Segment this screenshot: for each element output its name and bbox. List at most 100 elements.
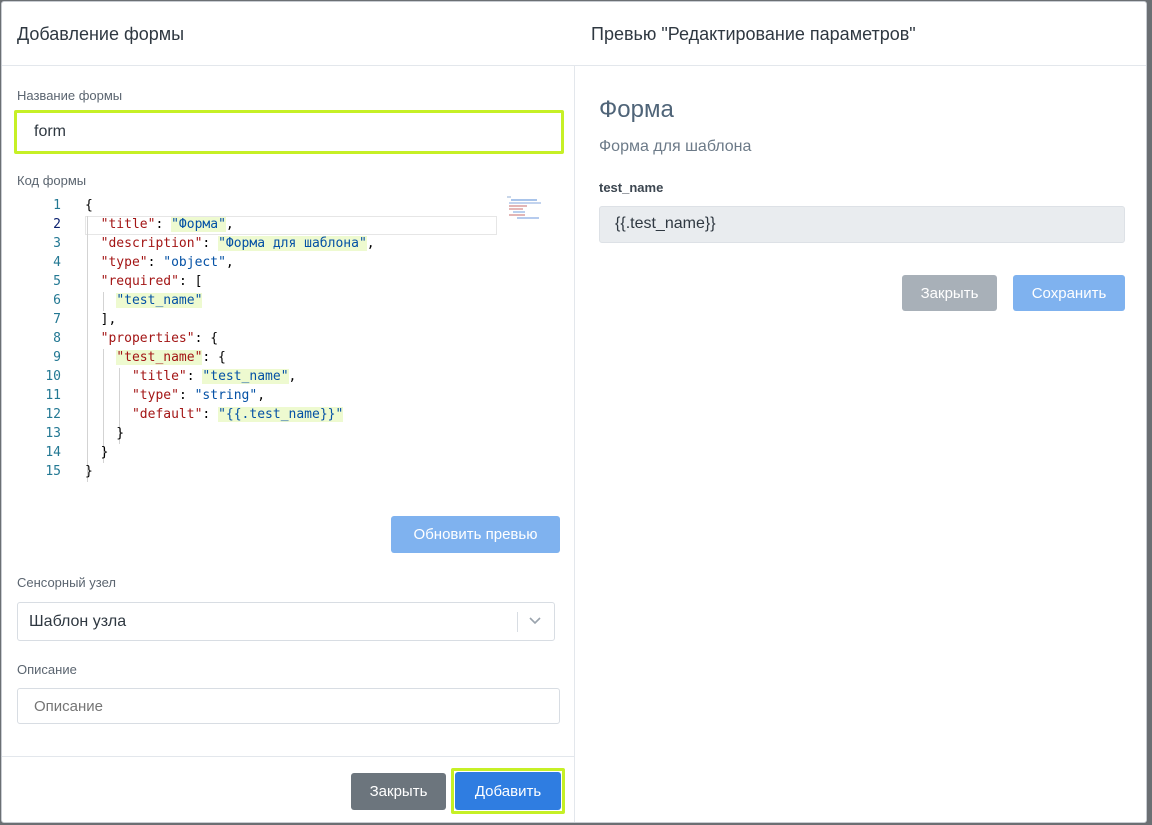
code-token: } [85, 464, 93, 479]
line-number: 15 [45, 464, 61, 479]
chevron-down-icon[interactable] [528, 613, 542, 632]
code-token: : { [202, 350, 226, 365]
add-form-dialog: Добавление формы Превью "Редактирование … [1, 1, 1147, 823]
code-token: "test_name" [116, 350, 203, 365]
code-token: , [366, 236, 375, 251]
code-token: } [85, 445, 109, 460]
form-name-label: Название формы [17, 88, 123, 103]
code-line[interactable]: "type": "string", [85, 388, 265, 403]
line-number: 8 [53, 331, 61, 346]
code-token: : [178, 388, 195, 403]
preview-close-button[interactable]: Закрыть [902, 275, 997, 311]
line-number: 11 [45, 388, 61, 403]
code-line[interactable]: "title": "Форма", [85, 217, 234, 232]
code-token: , [257, 388, 266, 403]
code-line[interactable]: "type": "object", [85, 255, 234, 270]
line-number: 10 [45, 369, 61, 384]
code-line[interactable]: "default": "{{.test_name}}" [85, 407, 344, 422]
form-name-input[interactable] [17, 113, 561, 151]
code-token: "object" [163, 255, 226, 270]
preview-field-value: {{.test_name}} [615, 215, 716, 232]
code-token: { [85, 198, 93, 213]
code-token: "description" [100, 236, 203, 251]
code-line[interactable]: "description": "Форма для шаблона", [85, 236, 375, 251]
code-editor[interactable]: 1 {2 "title": "Форма", 3 "description": "Ф… [17, 196, 560, 486]
code-token: : [155, 217, 172, 232]
code-line[interactable]: { [85, 198, 93, 213]
form-code-label: Код формы [17, 173, 87, 188]
code-token: "default" [131, 407, 203, 422]
code-token: : [147, 255, 164, 270]
footer-divider [2, 756, 575, 757]
code-token: , [225, 255, 234, 270]
code-token: : [ [178, 274, 203, 289]
code-token: "Форма для шаблона" [218, 236, 367, 251]
code-token: : { [194, 331, 219, 346]
code-minimap[interactable] [507, 196, 559, 222]
preview-save-button[interactable]: Сохранить [1013, 275, 1125, 311]
code-line[interactable]: "properties": { [85, 331, 218, 346]
close-button[interactable]: Закрыть [351, 773, 446, 810]
code-token: "Форма" [171, 217, 226, 232]
code-token: "test_name" [202, 369, 289, 384]
refresh-preview-button[interactable]: Обновить превью [391, 516, 560, 553]
line-number: 9 [53, 350, 61, 365]
line-number: 13 [45, 426, 61, 441]
code-token: "string" [194, 388, 258, 403]
add-button[interactable]: Добавить [455, 772, 561, 810]
code-token: "test_name" [116, 293, 203, 308]
code-token: "type" [100, 255, 148, 270]
sensor-node-value: Шаблон узла [29, 613, 127, 630]
code-line[interactable]: } [85, 464, 93, 479]
code-line[interactable]: "title": "test_name", [85, 369, 296, 384]
description-label: Описание [17, 662, 77, 677]
code-token: : [202, 236, 219, 251]
code-token: , [225, 217, 234, 232]
code-line[interactable]: } [85, 445, 109, 460]
line-number: 4 [53, 255, 61, 270]
code-token: "title" [100, 217, 156, 232]
code-line[interactable]: "test_name": { [85, 350, 226, 365]
preview-field-label: test_name [599, 180, 664, 195]
code-line[interactable]: ], [85, 312, 117, 327]
code-line[interactable]: } [85, 426, 124, 441]
line-number: 12 [45, 407, 61, 422]
line-number: 6 [53, 293, 61, 308]
preview-title: Превью "Редактирование параметров" [591, 24, 916, 44]
preview-panel: Форма Форма для шаблона test_name {{.tes… [575, 66, 1146, 822]
code-token: "type" [131, 388, 179, 403]
description-input[interactable] [17, 688, 560, 724]
form-editor-panel: Название формы Код формы [2, 66, 575, 822]
code-token: "title" [131, 369, 187, 384]
line-number: 5 [53, 274, 61, 289]
select-separator [517, 612, 518, 632]
code-token: : [186, 369, 203, 384]
line-number: 1 [53, 198, 61, 213]
dialog-title: Добавление формы [17, 24, 185, 44]
code-token: , [288, 369, 297, 384]
code-token: ], [85, 312, 117, 327]
preview-field-input[interactable]: {{.test_name}} [599, 206, 1125, 243]
line-number: 7 [53, 312, 61, 327]
code-line[interactable]: "test_name" [85, 293, 203, 308]
sensor-node-select[interactable]: Шаблон узла [17, 602, 555, 641]
code-token: "{{.test_name}}" [218, 407, 344, 422]
line-number: 3 [53, 236, 61, 251]
preview-form-subtitle: Форма для шаблона [599, 138, 752, 155]
line-number: 14 [45, 445, 61, 460]
line-number: 2 [53, 217, 61, 232]
sensor-node-label: Сенсорный узел [17, 575, 116, 590]
dialog-header: Добавление формы Превью "Редактирование … [2, 2, 1146, 66]
code-token: : [202, 407, 219, 422]
code-line[interactable]: "required": [ [85, 274, 203, 289]
code-token: "required" [100, 274, 179, 289]
